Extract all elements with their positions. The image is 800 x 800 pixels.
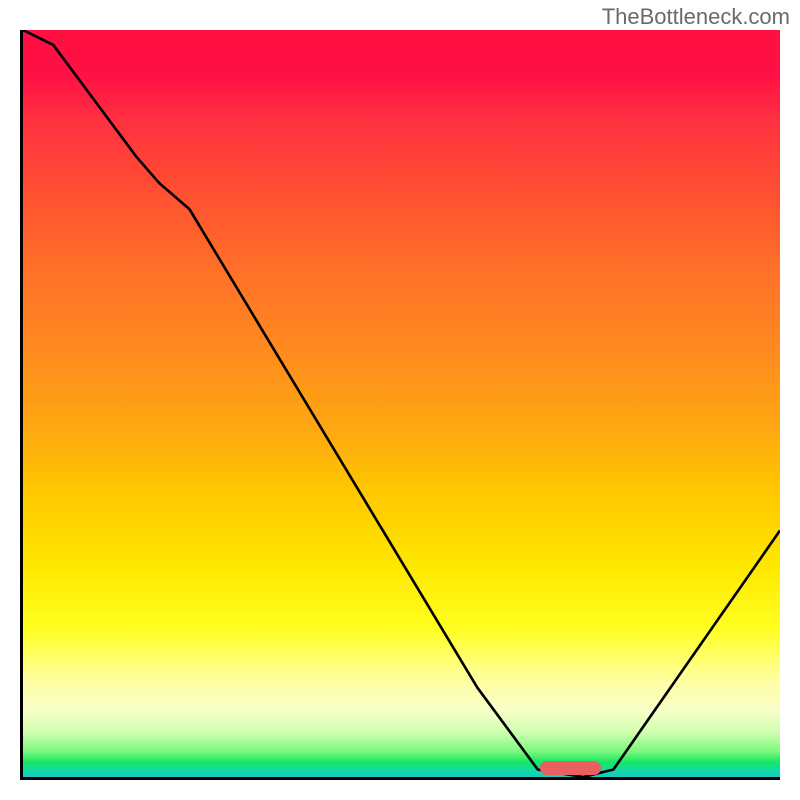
chart-plot-area (20, 30, 780, 780)
bottleneck-curve-path (23, 30, 780, 777)
watermark-text: TheBottleneck.com (602, 4, 790, 30)
optimal-point-marker (540, 761, 601, 775)
chart-line-svg (23, 30, 780, 777)
